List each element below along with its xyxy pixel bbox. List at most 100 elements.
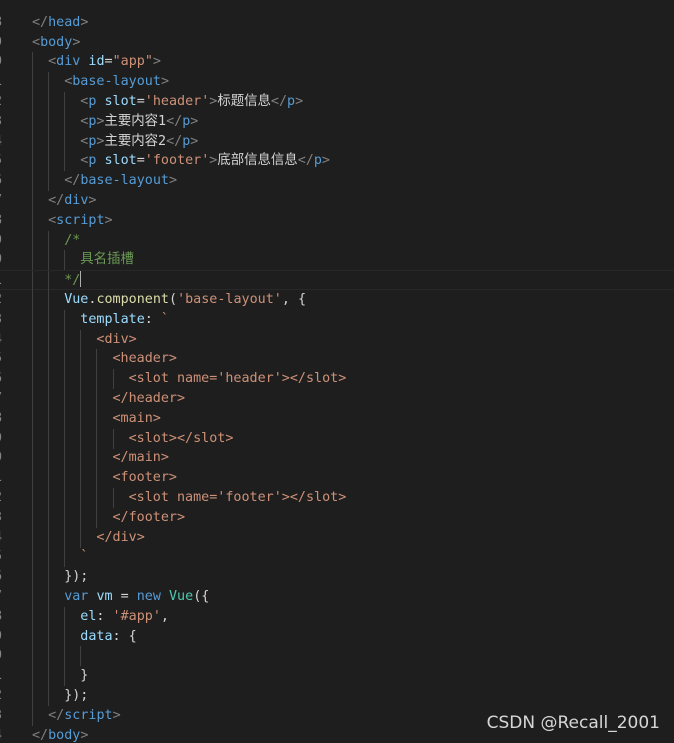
code-token: <slot></slot> [128,430,234,446]
code-line[interactable]: 2}); [0,686,674,706]
code-line[interactable]: 1 */ [0,270,674,292]
indent-guide [32,309,33,330]
indent-guide [48,408,50,429]
code-line[interactable]: 7 </div> [0,191,674,211]
code-line[interactable]: 7 </header> [0,389,674,409]
indent-guide [80,369,82,390]
indent-guide [64,488,66,508]
indent-guide [64,329,66,350]
code-text: var vm = new Vue({ [64,587,209,607]
code-line[interactable]: 7 var vm = new Vue({ [0,587,674,607]
code-text: <p slot='header'>标题信息</p> [80,92,303,112]
code-token: , { [281,292,307,307]
code-token: slot [104,94,137,109]
code-line[interactable]: 6 </base-layout> [0,171,674,192]
indent-guide [64,408,66,429]
code-token: div [64,193,89,208]
code-text: <body> [32,33,80,53]
code-token: base-layout [72,74,161,90]
code-token: p [287,94,296,109]
code-line[interactable]: 8 <main> [0,408,674,429]
indent-guide [48,131,50,152]
code-line[interactable]: 0 <div id="app"> [0,52,674,73]
code-line[interactable]: 2 Vue.component('base-layout', { [0,290,674,310]
indent-guide [48,468,50,489]
code-line[interactable]: 9 <slot></slot> [0,428,674,449]
indent-guide [48,271,50,292]
code-line[interactable]: 3<p>主要内容1</p> [0,111,674,132]
code-line[interactable]: 8 el: '#app', [0,606,674,627]
indent-guide [48,349,50,370]
indent-guide [112,428,114,449]
code-token: ` [160,311,169,327]
code-token: < [32,34,41,50]
code-token: </ [166,133,183,149]
code-line[interactable]: 0 [0,646,674,667]
indent-guide [32,290,33,310]
code-line[interactable]: 0 具名插槽 [0,250,674,271]
code-token: ({ [193,589,210,604]
code-line[interactable]: 4 </div> [0,527,674,548]
indent-guide [32,527,33,548]
code-token: 底部信息信息 [217,153,298,169]
code-text: }); [64,567,88,587]
indent-guide [64,626,66,647]
code-line[interactable]: 1 <footer> [0,468,674,489]
code-text: <div> [96,330,136,350]
code-token: </ [48,193,65,208]
code-line[interactable]: 3 </footer> [0,507,674,528]
code-line[interactable]: 8 </head> [0,13,674,33]
indent-guide [48,448,50,469]
indent-guide [48,488,50,508]
indent-guide [48,389,50,409]
code-text: <main> [113,409,161,429]
code-text: <base-layout> [64,72,169,92]
line-number: 4 [0,726,8,743]
code-token: > [88,193,97,208]
code-line[interactable]: 4 <div> [0,329,674,350]
code-token: 'base-layout' [177,292,282,307]
code-line[interactable]: 5` [0,547,674,568]
code-line[interactable]: 1 <base-layout> [0,72,674,93]
code-line[interactable]: 2<p slot='header'>标题信息</p> [0,92,674,112]
indent-guide [80,507,82,528]
line-number: 9 [0,429,8,449]
code-token: component [96,292,169,307]
indent-guide [48,666,50,687]
indent-guide [80,527,82,548]
line-number: 7 [0,389,8,409]
code-token: /* [64,232,81,248]
code-text: </script> [48,706,121,726]
code-line[interactable]: 4<p>主要内容2</p> [0,131,674,152]
indent-guide [80,646,82,667]
indent-guide [48,309,50,330]
indent-guide [32,408,33,429]
indent-guide [32,191,33,211]
line-number: 4 [0,132,8,152]
code-line[interactable]: 2 <slot name='footer'></slot> [0,488,674,508]
code-line[interactable]: 6}); [0,567,674,588]
code-line[interactable]: 8 <script> [0,210,674,231]
indent-guide [64,428,66,449]
code-line[interactable]: 9 <body> [0,33,674,53]
indent-guide [32,428,33,449]
code-line[interactable]: 7 [0,0,674,13]
indent-guide [32,92,33,112]
code-line[interactable]: 3 template: ` [0,309,674,330]
code-editor[interactable]: 78</head>9<body>0<div id="app">1<base-la… [0,0,674,743]
indent-guide [64,547,66,568]
code-line[interactable]: 6 <slot name='header'></slot> [0,369,674,390]
indent-guide [64,606,66,627]
indent-guide [64,92,66,112]
indent-guide [96,369,98,390]
code-line[interactable]: 0 </main> [0,448,674,469]
code-line[interactable]: 5 <header> [0,349,674,370]
indent-guide [64,468,66,489]
code-line[interactable]: 9 data: { [0,626,674,647]
code-line[interactable]: 9 /* [0,230,674,251]
code-token: </ [64,173,81,189]
code-line[interactable]: 1} [0,666,674,687]
code-line[interactable]: 5<p slot='footer'>底部信息信息</p> [0,151,674,172]
code-token: 标题信息 [217,94,271,109]
code-token: > [321,153,330,169]
